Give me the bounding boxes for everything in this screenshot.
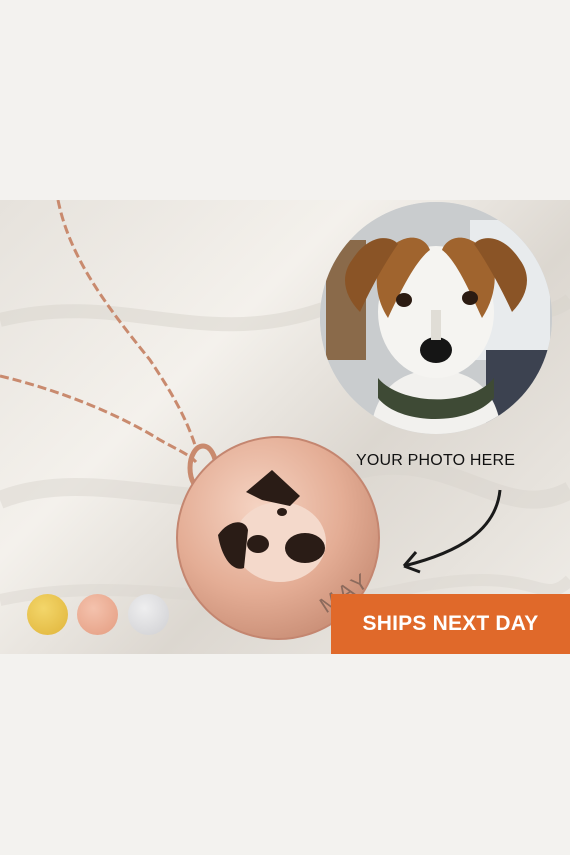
rose-gold-swatch[interactable] (77, 594, 118, 635)
gold-swatch[interactable] (27, 594, 68, 635)
product-photo: MAY (0, 200, 570, 654)
necklace-chain (0, 200, 198, 464)
ships-next-day-badge: SHIPS NEXT DAY (331, 594, 570, 654)
arrow (403, 489, 502, 568)
silver-swatch[interactable] (128, 594, 169, 635)
dog-photo (320, 202, 552, 434)
photo-caption: YOUR PHOTO HERE (356, 452, 516, 469)
product-illustration: MAY (0, 200, 570, 640)
